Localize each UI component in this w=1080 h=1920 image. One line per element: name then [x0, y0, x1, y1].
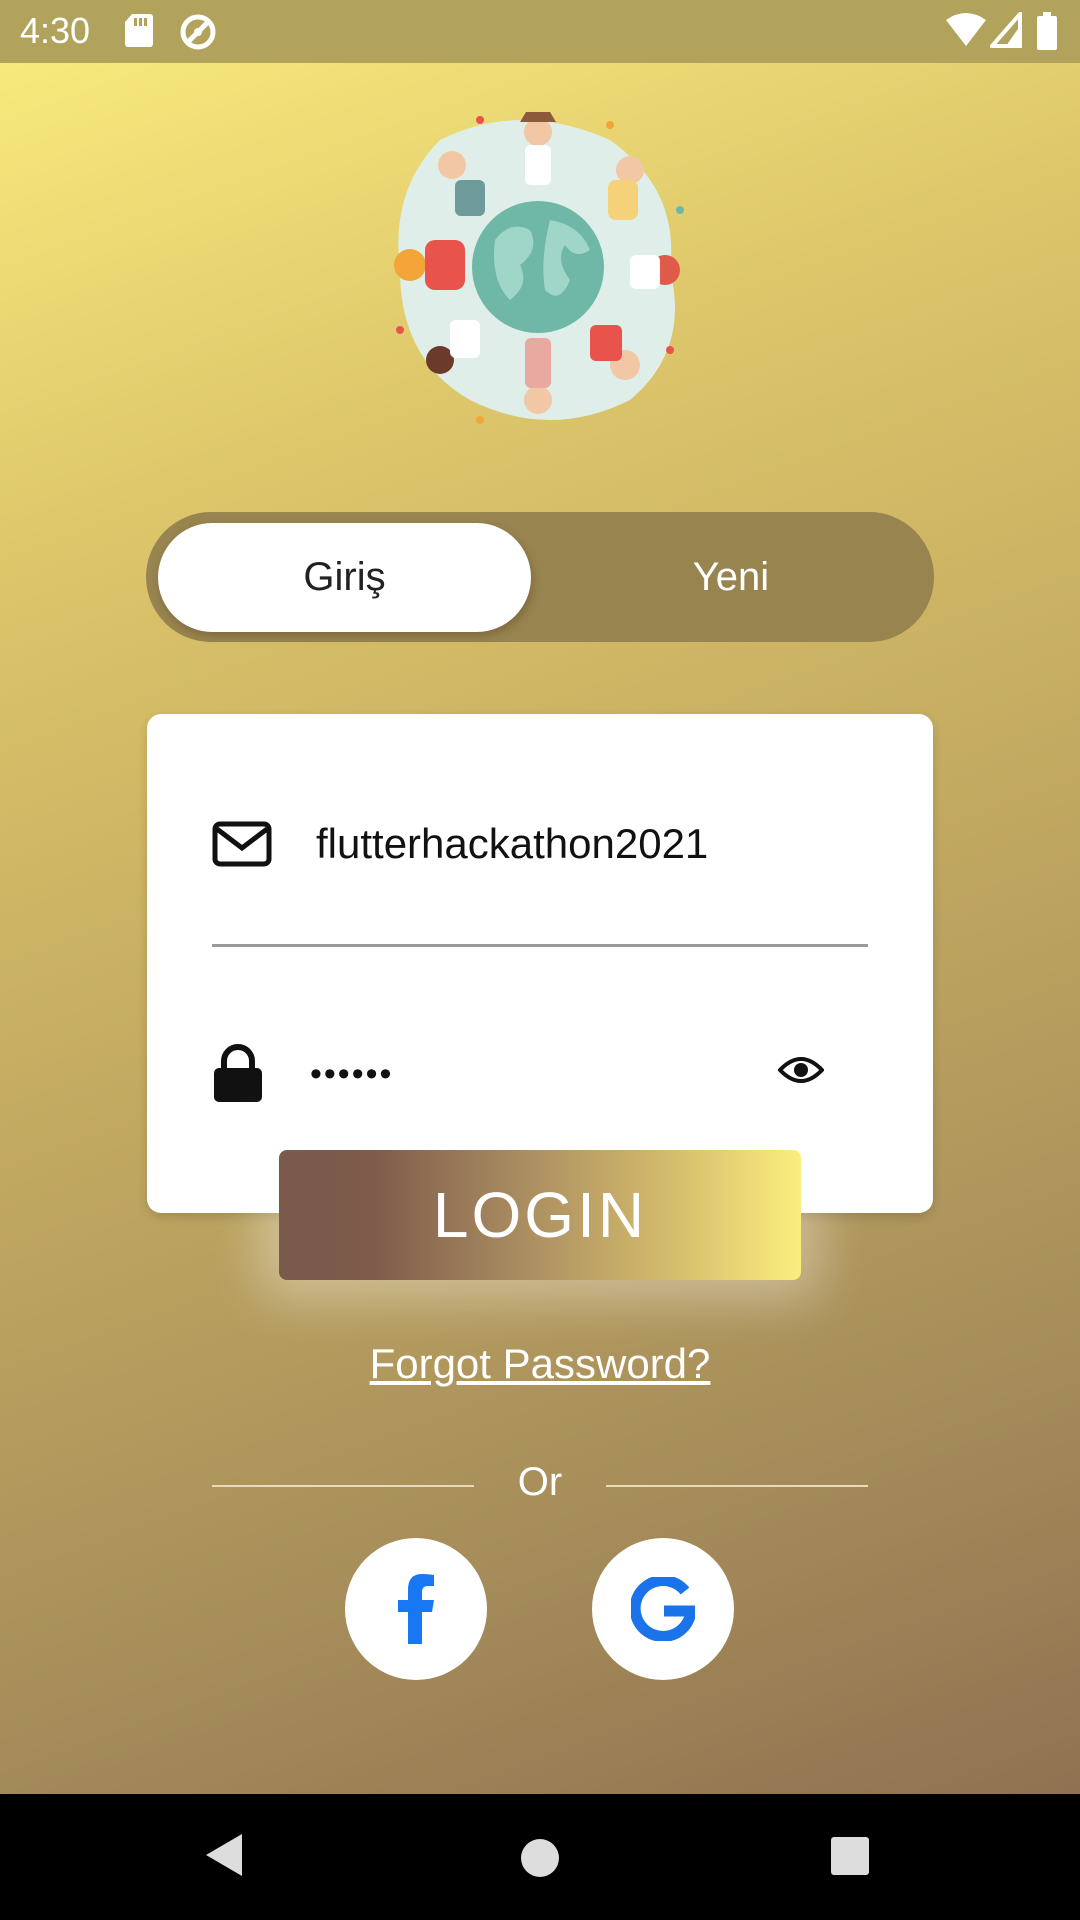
app-logo	[380, 100, 700, 430]
google-icon	[631, 1577, 695, 1641]
tab-signup[interactable]: Yeni	[541, 523, 921, 632]
status-bar: 4:30	[0, 0, 1080, 63]
email-field[interactable]: flutterhackathon2021	[212, 804, 868, 884]
wifi-icon	[946, 13, 986, 46]
email-input[interactable]: flutterhackathon2021	[316, 820, 708, 868]
forgot-password-link[interactable]: Forgot Password?	[0, 1340, 1080, 1388]
email-underline	[212, 944, 868, 947]
sd-card-icon	[125, 14, 153, 47]
globe-people-illustration	[394, 112, 684, 424]
system-nav-bar	[0, 1794, 1080, 1920]
battery-icon	[1037, 12, 1057, 50]
back-icon[interactable]	[204, 1832, 244, 1878]
or-label: Or	[517, 1460, 563, 1504]
recents-icon[interactable]	[830, 1836, 870, 1876]
facebook-icon	[398, 1574, 434, 1644]
or-divider: Or	[212, 1460, 868, 1510]
facebook-login-button[interactable]	[345, 1538, 487, 1680]
password-input[interactable]: ••••••	[310, 1055, 393, 1094]
login-card: flutterhackathon2021 ••••••	[147, 714, 933, 1213]
google-login-button[interactable]	[592, 1538, 734, 1680]
password-field[interactable]: ••••••	[212, 1034, 868, 1114]
divider-line-right	[606, 1485, 868, 1487]
status-time: 4:30	[20, 10, 91, 51]
home-icon[interactable]	[520, 1838, 560, 1878]
login-button[interactable]: LOGIN	[279, 1150, 801, 1280]
auth-mode-toggle: Giriş Yeni	[146, 512, 934, 642]
lock-icon	[214, 1044, 262, 1102]
signal-icon	[990, 12, 1022, 48]
sync-icon	[180, 14, 216, 50]
eye-icon[interactable]	[778, 1054, 824, 1086]
envelope-icon	[212, 821, 272, 867]
tab-login[interactable]: Giriş	[158, 523, 531, 632]
